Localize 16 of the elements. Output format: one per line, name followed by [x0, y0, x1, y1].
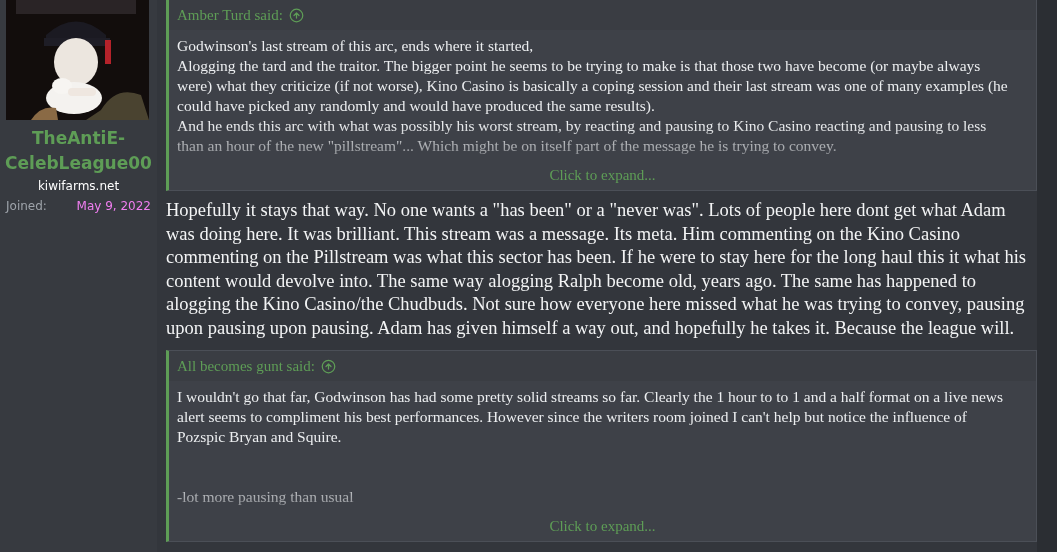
quote-text: -lot more pausing than usual [177, 487, 355, 507]
expand-link[interactable]: Click to expand... [549, 518, 656, 534]
joined-date: May 9, 2022 [76, 199, 151, 213]
quote-author[interactable]: All becomes gunt said: [177, 358, 315, 375]
joined-label: Joined: [6, 199, 47, 213]
expand-link[interactable]: Click to expand... [549, 167, 656, 183]
quote-author[interactable]: Amber Turd said: [177, 7, 283, 24]
jump-up-icon[interactable] [288, 8, 304, 23]
quote-text: Godwinson's last stream of this arc, ends where it started, [177, 36, 535, 56]
quote-text: Alogging the tard and the traitor. The bigger point he seems to be trying to make is that those two have become (or maybe always were) what they criticize (if not worse), Kino Casino is basically a coping session and their last stream was one of many examples (he could have picked any randomly and would have produced the same results). [177, 56, 1009, 116]
quote-text: I wouldn't go that far, Godwinson has had some pretty solid streams so far. Clearly the 1 hour to to 1 and a half format on a live news alert seems to compliment his best performances. However since the writers room joined I can't help but notice the influence of Pozspic Bryan and Squire. [177, 387, 1005, 447]
post-text: Hopefully it stays that way. No one wants a "has been" or a "never was". Lots of people here dont get what Adam was doing here. It was brilliant. This stream was a message. Its meta. Him commenting on the Kino Casino commenting on the Pillstream was what this sector has been. If he were to stay here for the long haul this it what his content would devolve into. The same way alogging Ralph become old, years ago. The same has happened to alogging the Kino Casino/the Chudbuds. Not sure how everyone here missed what he was trying to convey, pausing upon pausing upon pausing. Adam has given himself a way out, and hopefully he takes it. Because the league will. [166, 199, 1028, 340]
user-title: kiwifarms.net [37, 179, 120, 193]
jump-up-icon[interactable] [320, 359, 336, 374]
username[interactable]: TheAntiE-CelebLeague00 [3, 126, 154, 176]
quote-text: And he ends this arc with what was possibly his worst stream, by reacting and pausing to Kino Casino reacting and pausing to less than an hour of the new "pillstream"... Which might be on itself part of the message he is trying to convey. [177, 116, 988, 156]
